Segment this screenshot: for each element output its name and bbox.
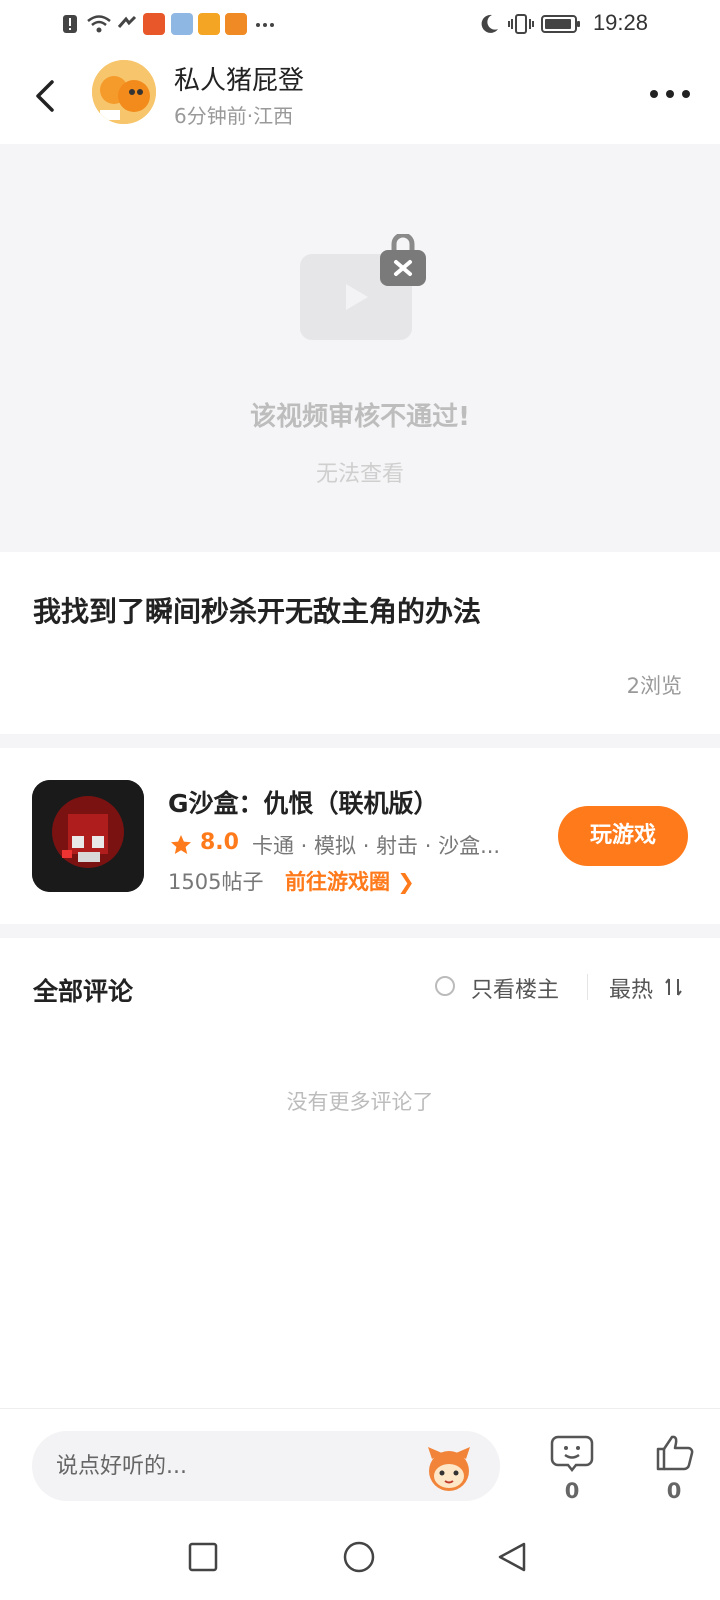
op-only-label[interactable]: 只看楼主 [471, 972, 559, 1004]
video-player: 该视频审核不通过! 无法查看 [0, 144, 720, 552]
divider [0, 924, 720, 938]
author-avatar[interactable] [92, 60, 156, 124]
author-name[interactable]: 私人猪屁登 [174, 60, 304, 97]
system-back-button[interactable] [496, 1540, 528, 1574]
bottom-action-bar: 0 0 [0, 1408, 720, 1515]
game-tags: 卡通 · 模拟 · 射击 · 沙盒... [252, 834, 501, 858]
comment-count: 0 [564, 1479, 580, 1503]
play-game-button[interactable]: 玩游戏 [558, 806, 688, 866]
moon-icon [481, 14, 498, 33]
back-button[interactable] [30, 76, 62, 116]
video-blocked-title: 该视频审核不通过! [250, 402, 470, 432]
radio-icon[interactable] [435, 976, 455, 996]
sort-selector[interactable]: 最热 [609, 972, 653, 1004]
wifi-icon [87, 15, 111, 33]
home-button[interactable] [342, 1540, 376, 1574]
game-card[interactable]: G沙盒：仇恨（联机版） 8.0 卡通 · 模拟 · 射击 · 沙盒... 150… [0, 748, 720, 924]
sort-icon[interactable] [664, 975, 684, 999]
clock: 19:28 [592, 10, 648, 35]
thumbs-up-icon [656, 1435, 694, 1471]
game-icon[interactable] [32, 780, 144, 892]
divider [0, 734, 720, 748]
battery-icon [541, 15, 580, 33]
post-time-location: 6分钟前·江西 [174, 104, 294, 128]
video-blocked-icon [300, 234, 426, 340]
post-title: 我找到了瞬间秒杀开无敌主角的办法 [33, 595, 482, 628]
avatar-image [92, 60, 156, 124]
app-icon [143, 13, 165, 35]
like-count: 0 [666, 1479, 682, 1503]
comment-button[interactable]: 0 [546, 1433, 598, 1503]
app-icon [171, 13, 193, 35]
more-dots-icon [650, 90, 658, 98]
status-bar: 19:28 [0, 0, 720, 48]
game-icon-image [32, 780, 144, 892]
more-dots-icon [256, 23, 274, 27]
like-button[interactable]: 0 [648, 1433, 700, 1503]
comment-icon [550, 1435, 594, 1473]
divider [587, 974, 588, 1000]
go-to-game-circle-link[interactable]: 前往游戏圈 ❯ [285, 866, 415, 896]
video-blocked-subtitle: 无法查看 [315, 462, 404, 487]
app-icon [225, 13, 247, 35]
vibrate-icon [508, 14, 534, 34]
data-icon [117, 15, 137, 28]
game-name[interactable]: G沙盒：仇恨（联机版） [168, 784, 439, 820]
app-icon [198, 13, 220, 35]
more-options-button[interactable] [648, 86, 692, 102]
alert-icon [63, 15, 77, 33]
game-post-count: 1505帖子 [168, 870, 264, 894]
comments-title: 全部评论 [33, 977, 134, 1006]
view-count: 2浏览 [626, 674, 682, 698]
no-more-comments: 没有更多评论了 [286, 1090, 434, 1114]
emoji-mascot-icon[interactable] [424, 1443, 474, 1493]
star-icon [171, 835, 191, 854]
recents-button[interactable] [188, 1542, 218, 1572]
post-header: 私人猪屁登 6分钟前·江西 [0, 48, 720, 144]
comments-header: 全部评论 只看楼主 最热 [0, 938, 720, 1038]
system-navigation-bar [0, 1514, 720, 1600]
game-score: 8.0 [200, 830, 239, 855]
